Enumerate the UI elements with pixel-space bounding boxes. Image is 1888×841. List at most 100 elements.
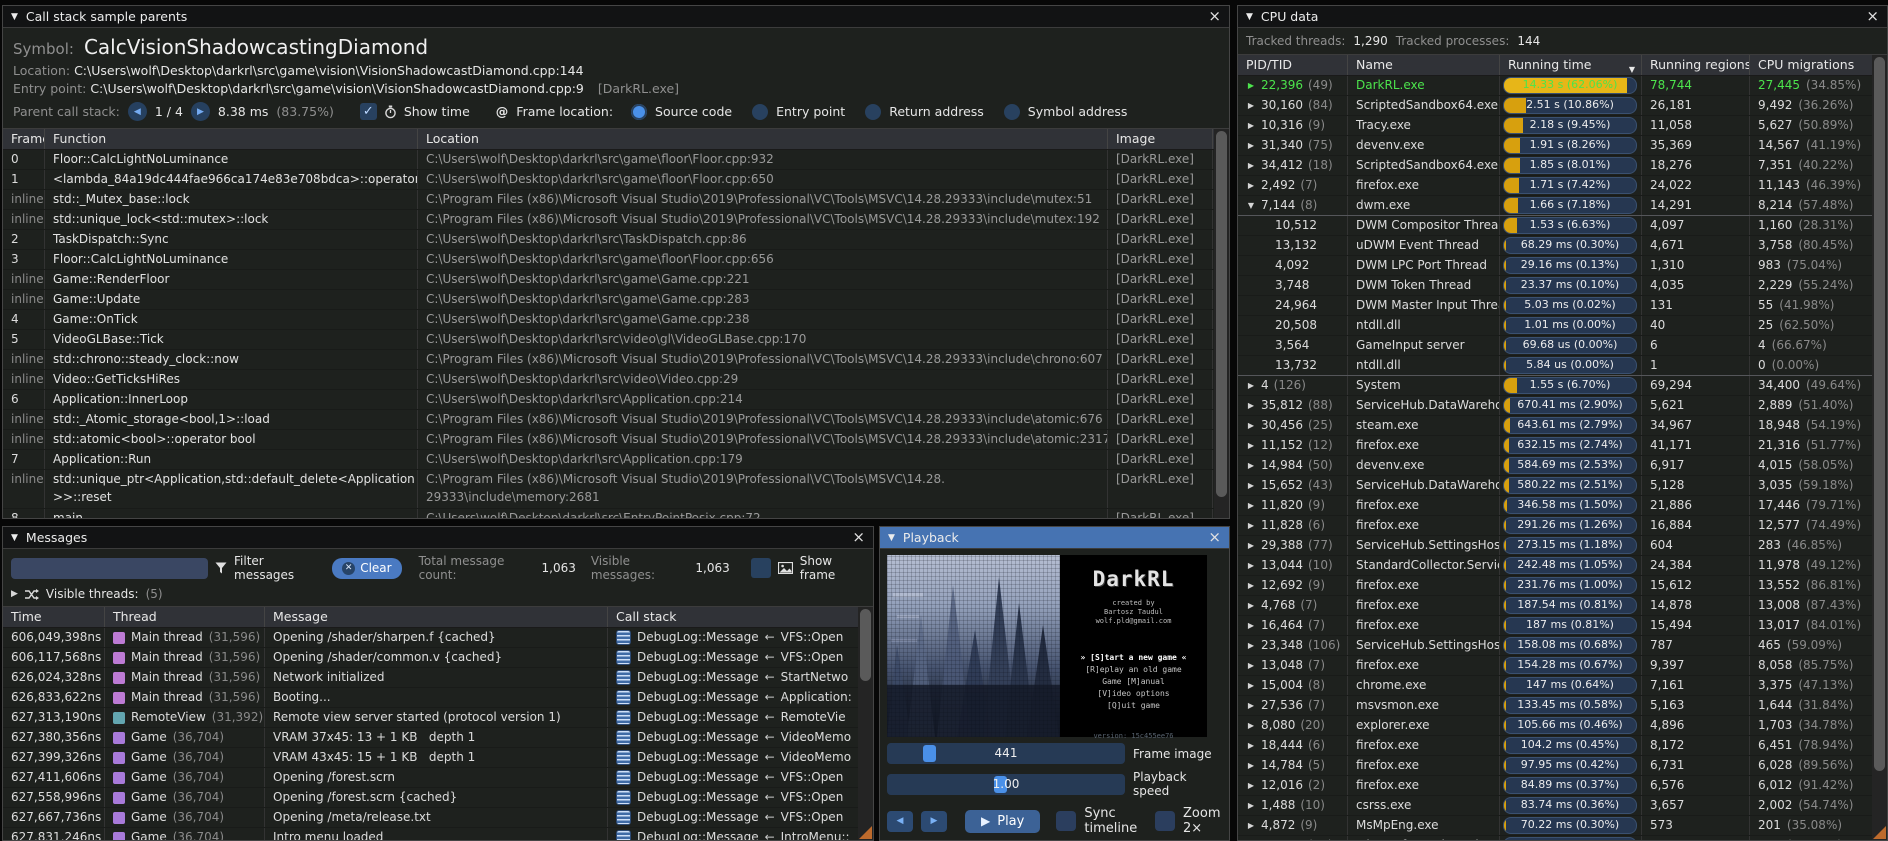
function-name[interactable]: std::atomic<bool>::operator bool	[45, 430, 418, 449]
zoom-2x-checkbox[interactable]	[1155, 811, 1175, 831]
pid-cell[interactable]: 24,964	[1238, 296, 1348, 315]
pid-cell[interactable]: 4,092	[1238, 256, 1348, 275]
cpu-process-row[interactable]: ▶11,820(9) firefox.exe 346.58 ms (1.50%)…	[1238, 496, 1887, 516]
cpu-scrollbar[interactable]	[1872, 55, 1887, 840]
visible-threads-row[interactable]: ▶ Visible threads: (5)	[3, 587, 873, 606]
expand-arrow-icon[interactable]: ▶	[1246, 616, 1256, 635]
cpu-process-row[interactable]: ▶16,464(7) firefox.exe 187 ms (0.81%) 15…	[1238, 616, 1887, 636]
callstack-row[interactable]: 0 Floor::CalcLightNoLuminance C:\Users\w…	[3, 150, 1229, 170]
callstack-row[interactable]: 1 <lambda_84a19dc444fae966ca174e83e708bd…	[3, 170, 1229, 190]
pid-cell[interactable]: 13,732	[1238, 356, 1348, 375]
callstack-list-icon[interactable]	[616, 770, 631, 785]
radio-symbol-address[interactable]	[1004, 104, 1020, 120]
cpu-process-row[interactable]: 24,964 DWM Master Input Thread 5.03 ms (…	[1238, 296, 1887, 316]
pid-cell[interactable]: 13,132	[1238, 236, 1348, 255]
expand-arrow-icon[interactable]: ▶	[11, 589, 18, 599]
cpu-process-row[interactable]: ▶14,784(5) firefox.exe 97.95 ms (0.42%) …	[1238, 756, 1887, 776]
expand-arrow-icon[interactable]: ▶	[1246, 576, 1256, 595]
expand-arrow-icon[interactable]: ▶	[1246, 516, 1256, 535]
message-row[interactable]: 626,833,622ns Main thread(31,596) Bootin…	[3, 688, 873, 708]
function-name[interactable]: std::_Atomic_storage<bool,1>::load	[45, 410, 418, 429]
source-location[interactable]: C:\Users\wolf\Desktop\darkrl\src\game\Ga…	[418, 290, 1108, 309]
radio-entry-point-label[interactable]: Entry point	[776, 104, 845, 119]
function-name[interactable]: Game::RenderFloor	[45, 270, 418, 289]
cpu-process-row[interactable]: ▶12,692(9) firefox.exe 231.76 ms (1.00%)…	[1238, 576, 1887, 596]
callstack-row[interactable]: 6 Application::InnerLoop C:\Users\wolf\D…	[3, 390, 1229, 410]
expand-arrow-icon[interactable]: ▶	[1246, 636, 1256, 655]
pid-cell[interactable]: 10,512	[1238, 216, 1348, 235]
sync-timeline-label[interactable]: Sync timeline	[1084, 806, 1141, 836]
callstack-row[interactable]: 2 TaskDispatch::Sync C:\Users\wolf\Deskt…	[3, 230, 1229, 250]
message-row[interactable]: 627,831,246ns Game(36,704) Intro menu lo…	[3, 828, 873, 840]
col-pid-tid[interactable]: PID/TID	[1238, 55, 1348, 75]
pid-cell[interactable]: ▶8,080(20)	[1238, 716, 1348, 735]
message-row[interactable]: 627,399,326ns Game(36,704) VRAM 43x45: 1…	[3, 748, 873, 768]
source-location[interactable]: C:\Users\wolf\Desktop\darkrl\src\game\fl…	[418, 150, 1108, 169]
cpu-process-row[interactable]: ▶15,652(43) ServiceHub.DataWarehou 580.2…	[1238, 476, 1887, 496]
pid-cell[interactable]: ▶4,768(7)	[1238, 596, 1348, 615]
pid-cell[interactable]: ▶4(126)	[1238, 376, 1348, 395]
messages-scrollbar[interactable]	[858, 607, 873, 840]
col-running-regions[interactable]: Running regions	[1642, 55, 1750, 75]
sync-timeline-checkbox[interactable]	[1056, 811, 1076, 831]
callstack-row[interactable]: 4 Game::OnTick C:\Users\wolf\Desktop\dar…	[3, 310, 1229, 330]
cpu-process-row[interactable]: ▶35,812(88) ServiceHub.DataWarehou 670.4…	[1238, 396, 1887, 416]
radio-return-address[interactable]	[865, 104, 881, 120]
cpu-table-header[interactable]: PID/TID Name Running time▼ Running regio…	[1238, 55, 1887, 76]
col-image[interactable]: Image	[1108, 129, 1213, 149]
expand-arrow-icon[interactable]: ▶	[1246, 676, 1256, 695]
callstack-row[interactable]: inline std::unique_ptr<Application,std::…	[3, 470, 1229, 509]
expand-arrow-icon[interactable]: ▶	[1246, 176, 1256, 195]
show-frame-checkbox[interactable]	[751, 558, 771, 578]
cpu-process-row[interactable]: 13,132 uDWM Event Thread 68.29 ms (0.30%…	[1238, 236, 1887, 256]
callstack-row[interactable]: 7 Application::Run C:\Users\wolf\Desktop…	[3, 450, 1229, 470]
callstack-list-icon[interactable]	[616, 810, 631, 825]
callstack-list-icon[interactable]	[616, 690, 631, 705]
expand-arrow-icon[interactable]: ▶	[1246, 156, 1256, 175]
callstack-row[interactable]: inline std::_Atomic_storage<bool,1>::loa…	[3, 410, 1229, 430]
message-callstack[interactable]: DebugLog::Message←VFS::Open	[608, 648, 857, 667]
collapse-icon[interactable]: ▼	[1246, 12, 1253, 22]
callstack-row[interactable]: inline Game::RenderFloor C:\Users\wolf\D…	[3, 270, 1229, 290]
source-location[interactable]: C:\Users\wolf\Desktop\darkrl\src\video\g…	[418, 330, 1108, 349]
callstack-list-icon[interactable]	[616, 710, 631, 725]
cpu-process-row[interactable]: ▶12,016(2) firefox.exe 84.89 ms (0.37%) …	[1238, 776, 1887, 796]
cpu-process-row[interactable]: ▶34,412(18) ScriptedSandbox64.exe 1.85 s…	[1238, 156, 1887, 176]
function-name[interactable]: Application::InnerLoop	[45, 390, 418, 409]
close-icon[interactable]: ×	[1208, 9, 1221, 24]
expand-arrow-icon[interactable]: ▶	[1246, 96, 1256, 115]
pid-cell[interactable]: ▶13,048(7)	[1238, 656, 1348, 675]
cpu-process-row[interactable]: 20,508 ntdll.dll 1.01 ms (0.00%) 40 25(6…	[1238, 316, 1887, 336]
callstack-row[interactable]: inline std::chrono::steady_clock::now C:…	[3, 350, 1229, 370]
filter-input[interactable]	[11, 558, 208, 579]
message-row[interactable]: 627,558,996ns Game(36,704) Opening /fore…	[3, 788, 873, 808]
expand-arrow-icon[interactable]: ▶	[1246, 536, 1256, 555]
message-callstack[interactable]: DebugLog::Message←RemoteVie	[608, 708, 857, 727]
cpu-process-row[interactable]: ▶10,316(9) Tracy.exe 2.18 s (9.45%) 11,0…	[1238, 116, 1887, 136]
cpu-process-row[interactable]: ▶30,456(25) steam.exe 643.61 ms (2.79%) …	[1238, 416, 1887, 436]
expand-arrow-icon[interactable]: ▶	[1246, 376, 1256, 395]
expand-arrow-icon[interactable]: ▶	[1246, 756, 1256, 775]
prev-stack-button[interactable]: ◀	[128, 102, 147, 121]
pid-cell[interactable]: ▶15,004(8)	[1238, 676, 1348, 695]
pid-cell[interactable]: ▶30,160(84)	[1238, 96, 1348, 115]
source-location[interactable]: C:\Users\wolf\Desktop\darkrl\src\video\V…	[418, 370, 1108, 389]
col-message[interactable]: Message	[265, 607, 608, 627]
col-callstack[interactable]: Call stack	[608, 607, 857, 627]
pid-cell[interactable]: ▶22,396(49)	[1238, 76, 1348, 95]
source-location[interactable]: C:\Program Files (x86)\Microsoft Visual …	[418, 350, 1108, 369]
message-callstack[interactable]: DebugLog::Message←VFS::Open	[608, 808, 857, 827]
col-running-time[interactable]: Running time▼	[1500, 55, 1642, 75]
message-row[interactable]: 606,117,568ns Main thread(31,596) Openin…	[3, 648, 873, 668]
expand-arrow-icon[interactable]: ▶	[1246, 136, 1256, 155]
pid-cell[interactable]: ▶11,152(12)	[1238, 436, 1348, 455]
next-frame-button[interactable]: ▶	[921, 811, 947, 832]
expand-arrow-icon[interactable]: ▼	[1246, 196, 1256, 215]
source-location[interactable]: C:\Users\wolf\Desktop\darkrl\src\Applica…	[418, 390, 1108, 409]
col-frame[interactable]: Frame	[3, 129, 45, 149]
callstack-row[interactable]: 3 Floor::CalcLightNoLuminance C:\Users\w…	[3, 250, 1229, 270]
cpu-process-row[interactable]: 13,732 ntdll.dll 5.84 us (0.00%) 1 0(0.0…	[1238, 356, 1887, 376]
pid-cell[interactable]: ▶27,696(17)	[1238, 836, 1348, 840]
messages-titlebar[interactable]: ▼ Messages ×	[3, 527, 873, 549]
cpu-process-row[interactable]: ▶13,044(10) StandardCollector.Servic 242…	[1238, 556, 1887, 576]
